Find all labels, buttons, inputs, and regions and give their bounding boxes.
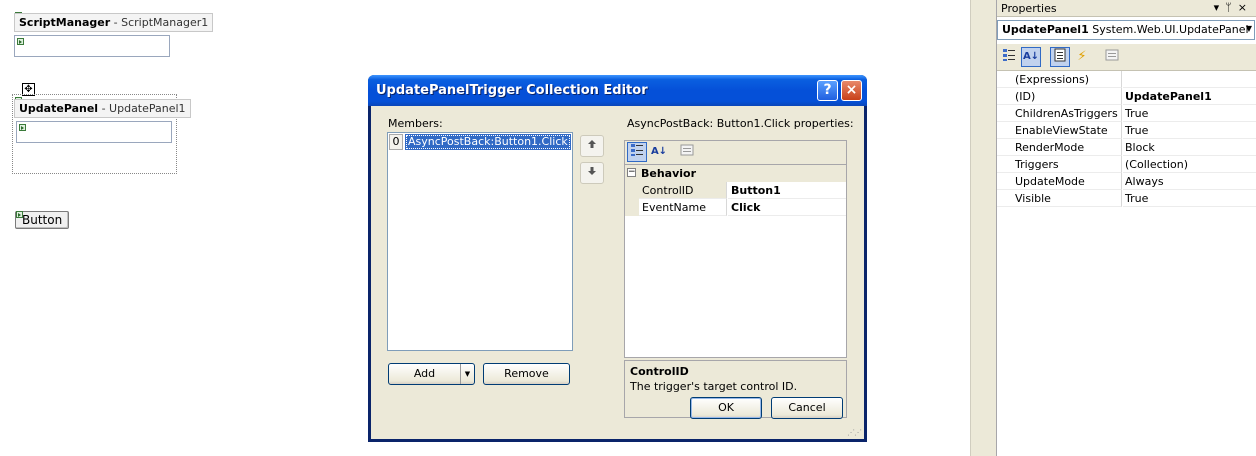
close-button[interactable]: × — [841, 80, 862, 101]
resize-grip-icon[interactable]: ⋰⋰ — [847, 428, 862, 437]
description-title: ControlID — [630, 365, 689, 378]
pane-splitter[interactable] — [970, 0, 996, 456]
alphabetical-icon[interactable]: A↓ — [649, 142, 669, 162]
item-index: 0 — [389, 134, 403, 150]
property-row[interactable]: (ID) UpdatePanel1 — [997, 88, 1256, 105]
category-behavior[interactable]: − Behavior — [625, 165, 846, 182]
properties-pane: Properties ▾ᛘ× UpdatePanel1 System.Web.U… — [996, 0, 1256, 456]
control-glyph-icon — [16, 211, 23, 218]
help-button[interactable]: ? — [817, 80, 838, 101]
list-item[interactable]: 0 AsyncPostBack:Button1.Click — [389, 134, 572, 150]
dialog-title: UpdatePanelTrigger Collection Editor — [376, 83, 648, 98]
members-label: Members: — [388, 117, 443, 130]
dialog-body: Members: 0 AsyncPostBack:Button1.Click A… — [371, 106, 864, 439]
arrow-down-icon — [587, 166, 597, 179]
move-up-button[interactable] — [580, 135, 604, 157]
updatepanel-tab[interactable]: UpdatePanel - UpdatePanel1 — [14, 99, 191, 118]
updatepanel-content-template[interactable] — [16, 121, 172, 143]
collection-editor-dialog: UpdatePanelTrigger Collection Editor ? ×… — [368, 75, 867, 442]
properties-label: AsyncPostBack: Button1.Click properties: — [627, 117, 854, 130]
dropdown-arrow-icon[interactable]: ▼ — [460, 364, 474, 384]
property-row[interactable]: Visible True — [997, 190, 1256, 207]
autohide-pin-icon[interactable]: ᛘ — [1225, 1, 1238, 14]
trigger-property-grid: − Behavior ControlID Button1 EventName C… — [624, 164, 847, 358]
window-position-icon[interactable]: ▾ — [1214, 1, 1226, 14]
property-pages-icon[interactable] — [1102, 47, 1122, 67]
arrow-up-icon — [587, 139, 597, 152]
object-type: System.Web.UI.UpdatePanel — [1092, 23, 1249, 36]
remove-button[interactable]: Remove — [483, 363, 570, 385]
dropdown-arrow-icon[interactable]: ▼ — [1246, 24, 1252, 33]
property-row[interactable]: RenderMode Block — [997, 139, 1256, 156]
updatepanel-type: UpdatePanel — [19, 102, 99, 115]
close-icon[interactable]: × — [1238, 1, 1253, 14]
description-text: The trigger's target control ID. — [630, 380, 798, 393]
object-selector[interactable]: UpdatePanel1 System.Web.UI.UpdatePanel ▼ — [997, 20, 1255, 40]
property-row[interactable]: (Expressions) — [997, 71, 1256, 88]
scriptmanager-body[interactable] — [14, 35, 170, 57]
property-row[interactable]: ChildrenAsTriggers True — [997, 105, 1256, 122]
scriptmanager-type: ScriptManager — [19, 16, 111, 29]
events-icon[interactable]: ⚡ — [1072, 47, 1092, 67]
move-down-button[interactable] — [580, 162, 604, 184]
collapse-icon[interactable]: − — [627, 168, 636, 177]
property-row[interactable]: UpdateMode Always — [997, 173, 1256, 190]
properties-icon[interactable] — [1050, 47, 1070, 67]
properties-titlebar: Properties ▾ᛘ× — [997, 0, 1256, 17]
categorized-icon[interactable] — [999, 47, 1019, 67]
property-row[interactable]: EnableViewState True — [997, 122, 1256, 139]
control-glyph-icon — [17, 38, 24, 45]
alphabetical-icon[interactable]: A↓ — [1021, 47, 1041, 67]
control-glyph-icon — [19, 124, 26, 131]
grid-row-controlid[interactable]: ControlID Button1 — [625, 182, 846, 199]
property-grid-toolbar: A↓ — [624, 140, 847, 164]
members-listbox[interactable]: 0 AsyncPostBack:Button1.Click — [387, 132, 573, 351]
dialog-titlebar[interactable]: UpdatePanelTrigger Collection Editor ? × — [368, 75, 867, 106]
properties-toolbar: A↓ ⚡ — [997, 44, 1256, 71]
property-pages-icon[interactable] — [677, 142, 697, 162]
add-button[interactable]: Add ▼ — [388, 363, 475, 385]
design-button[interactable]: Button — [15, 211, 70, 229]
property-row[interactable]: Triggers (Collection) — [997, 156, 1256, 173]
object-name: UpdatePanel1 — [1002, 23, 1089, 36]
updatepanel-id: UpdatePanel1 — [109, 102, 186, 115]
scriptmanager-id: ScriptManager1 — [121, 16, 209, 29]
scriptmanager-tab[interactable]: ScriptManager - ScriptManager1 — [14, 13, 214, 32]
item-text: AsyncPostBack:Button1.Click — [405, 134, 571, 150]
ok-button[interactable]: OK — [690, 397, 762, 419]
cancel-button[interactable]: Cancel — [771, 397, 843, 419]
properties-title: Properties — [1001, 2, 1057, 15]
categorized-icon[interactable] — [627, 142, 647, 162]
grid-row-eventname[interactable]: EventName Click — [625, 199, 846, 216]
